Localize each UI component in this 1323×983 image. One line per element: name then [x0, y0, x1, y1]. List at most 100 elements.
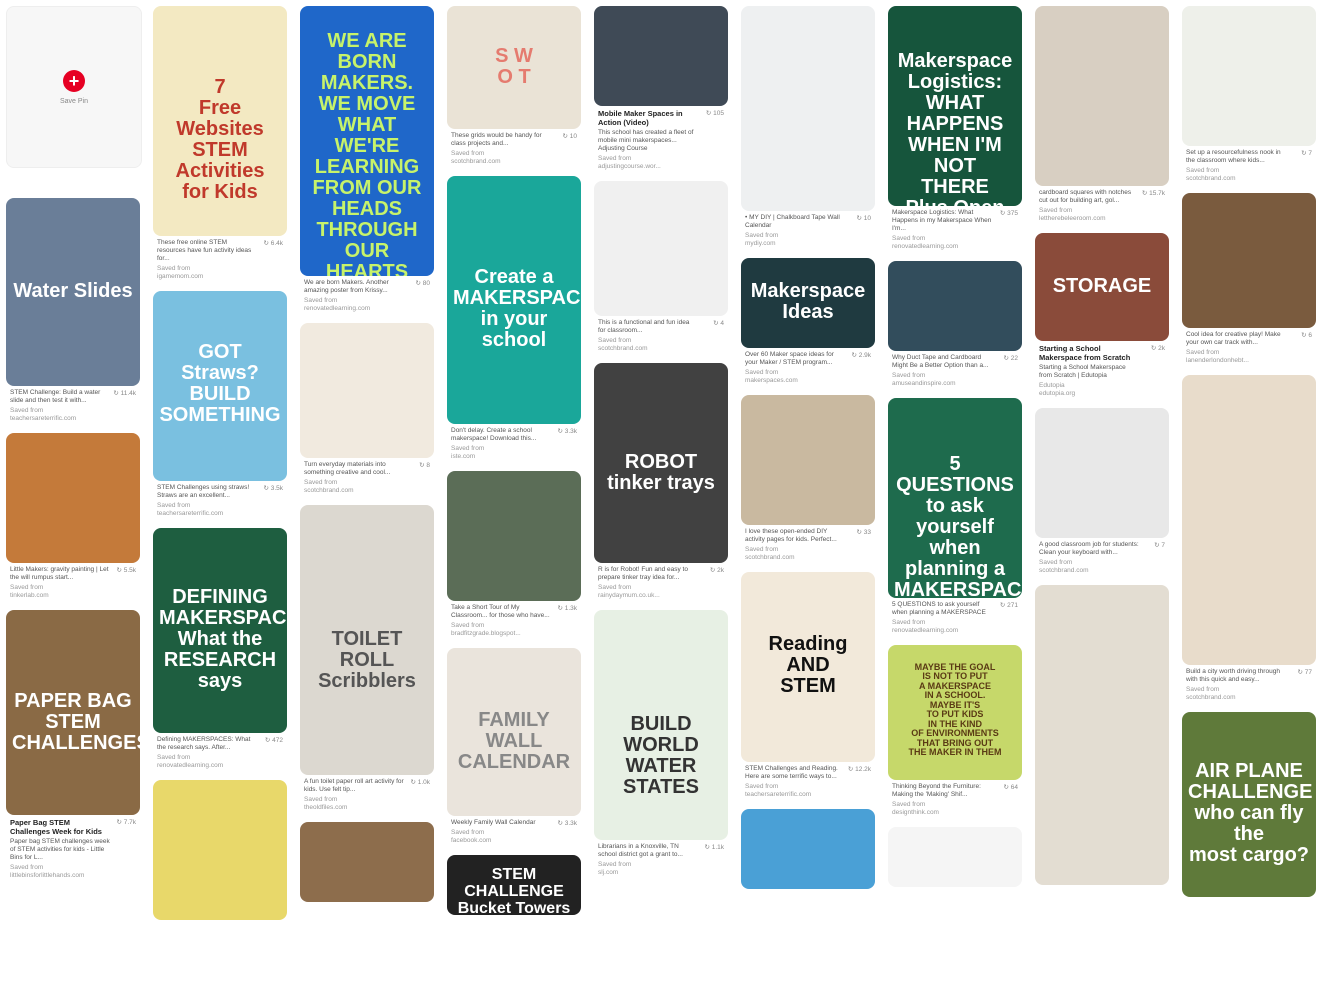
source-link[interactable]: teachersareterrific.com — [745, 791, 871, 799]
pin-image[interactable]: S W O T — [447, 6, 581, 129]
pin-description[interactable]: Over 60 Maker space ideas for your Maker… — [745, 351, 845, 367]
pin-description[interactable]: Paper Bag STEM Challenges Week for Kids — [10, 818, 110, 836]
pin-image[interactable]: DEFINING MAKERSPACES: What the RESEARCH … — [153, 528, 287, 733]
pin-card[interactable]: • MY DIY | Chalkboard Tape Wall Calendar… — [741, 6, 875, 258]
pin-image[interactable]: 7 Free Websites STEM Activities for Kids — [153, 6, 287, 236]
pin-description[interactable]: These free online STEM resources have fu… — [157, 239, 257, 263]
pin-card[interactable]: Create a MAKERSPACE in your school Don't … — [447, 176, 581, 471]
pin-description[interactable]: Why Duct Tape and Cardboard Might Be a B… — [892, 354, 992, 370]
pin-image[interactable] — [447, 471, 581, 601]
source-link[interactable]: renovatedlearning.com — [304, 305, 430, 313]
pin-image[interactable]: ROBOT tinker trays — [594, 363, 728, 563]
pin-card[interactable]: DEFINING MAKERSPACES: What the RESEARCH … — [153, 528, 287, 780]
source-link[interactable]: scotchbrand.com — [1186, 694, 1312, 702]
pin-description[interactable]: Build a city worth driving through with … — [1186, 668, 1286, 684]
pin-image[interactable]: PAPER BAG STEM CHALLENGES — [6, 610, 140, 815]
source-link[interactable]: tinkerlab.com — [10, 592, 136, 600]
pin-card[interactable] — [1035, 585, 1169, 885]
pin-card[interactable]: MAYBE THE GOAL IS NOT TO PUT A MAKERSPAC… — [888, 645, 1022, 827]
source-link[interactable]: scotchbrand.com — [598, 345, 724, 353]
pin-image[interactable]: Reading AND STEM — [741, 572, 875, 762]
pin-image[interactable] — [1182, 375, 1316, 665]
pin-card[interactable]: Build a city worth driving through with … — [1182, 375, 1316, 712]
pin-card[interactable]: This is a functional and fun idea for cl… — [594, 181, 728, 363]
pin-image[interactable] — [300, 822, 434, 902]
pin-description[interactable]: Little Makers: gravity painting | Let th… — [10, 566, 110, 582]
pin-card[interactable]: FAMILY WALL CALENDAR Weekly Family Wall C… — [447, 648, 581, 855]
source-link[interactable]: edutopia.org — [1039, 390, 1165, 398]
pin-card[interactable]: GOT Straws? BUILD SOMETHING STEM Challeng… — [153, 291, 287, 528]
pin-image[interactable]: STEM CHALLENGE Bucket Towers — [447, 855, 581, 915]
pin-image[interactable]: Water Slides — [6, 198, 140, 386]
save-pin-button[interactable]: + Save Pin — [6, 6, 142, 168]
pin-card[interactable]: STEM CHALLENGE Bucket Towers — [447, 855, 581, 915]
pin-description[interactable]: Weekly Family Wall Calendar — [451, 819, 551, 827]
pin-description[interactable]: cardboard squares with notches cut out f… — [1039, 189, 1139, 205]
pin-description[interactable]: Take a Short Tour of My Classroom... for… — [451, 604, 551, 620]
pin-image[interactable] — [1035, 585, 1169, 885]
pin-card[interactable]: STORAGE Starting a School Makerspace from… — [1035, 233, 1169, 408]
pin-image[interactable] — [6, 433, 140, 563]
source-link[interactable]: lettherebeleeroom.com — [1039, 215, 1165, 223]
pin-description[interactable]: Set up a resourcefulness nook in the cla… — [1186, 149, 1286, 165]
source-link[interactable]: slj.com — [598, 869, 724, 877]
pin-image[interactable]: BUILD WORLD WATER STATES — [594, 610, 728, 840]
pin-description[interactable]: Thinking Beyond the Furniture: Making th… — [892, 783, 992, 799]
source-link[interactable]: rainydaymum.co.uk... — [598, 592, 724, 600]
pin-image[interactable] — [888, 261, 1022, 351]
source-link[interactable]: renovatedlearning.com — [157, 762, 283, 770]
pin-description[interactable]: A fun toilet paper roll art activity for… — [304, 778, 404, 794]
pin-card[interactable]: S W O T These grids would be handy for cl… — [447, 6, 581, 176]
plus-icon[interactable]: + — [63, 69, 85, 92]
pin-description[interactable]: I love these open-ended DIY activity pag… — [745, 528, 845, 544]
pin-card[interactable] — [300, 822, 434, 902]
pin-image[interactable] — [888, 827, 1022, 887]
pin-image[interactable]: FAMILY WALL CALENDAR — [447, 648, 581, 816]
source-link[interactable]: teachersareterrific.com — [157, 510, 283, 518]
pin-description[interactable]: Defining MAKERSPACES: What the research … — [157, 736, 257, 752]
source-link[interactable]: scotchbrand.com — [304, 487, 430, 495]
pin-card[interactable]: Makerspace Logistics: WHAT HAPPENS WHEN … — [888, 6, 1022, 261]
pin-card[interactable]: Why Duct Tape and Cardboard Might Be a B… — [888, 261, 1022, 398]
pin-card[interactable] — [153, 780, 287, 920]
pin-description[interactable]: Makerspace Logistics: What Happens in my… — [892, 209, 992, 233]
pin-description[interactable]: These grids would be handy for class pro… — [451, 132, 551, 148]
pin-image[interactable]: MAYBE THE GOAL IS NOT TO PUT A MAKERSPAC… — [888, 645, 1022, 780]
source-link[interactable]: theoldfiles.com — [304, 804, 430, 812]
pin-card[interactable]: Makerspace Ideas Over 60 Maker space idea… — [741, 258, 875, 395]
pin-card[interactable]: TOILET ROLL Scribblers A fun toilet paper… — [300, 505, 434, 822]
pin-card[interactable] — [741, 809, 875, 889]
pin-image[interactable] — [1035, 6, 1169, 186]
pin-image[interactable] — [741, 809, 875, 889]
pin-description[interactable]: STEM Challenges using straws! Straws are… — [157, 484, 257, 500]
pin-image[interactable]: 5 QUESTIONS to ask yourself when plannin… — [888, 398, 1022, 598]
source-link[interactable]: amuseandinspire.com — [892, 380, 1018, 388]
pin-image[interactable] — [153, 780, 287, 920]
pin-description[interactable]: STEM Challenge: Build a water slide and … — [10, 389, 110, 405]
source-link[interactable]: renovatedlearning.com — [892, 243, 1018, 251]
source-link[interactable]: bradfitzgrade.blogspot... — [451, 630, 577, 638]
source-link[interactable]: iste.com — [451, 453, 577, 461]
pin-image[interactable]: AIR PLANE CHALLENGE who can fly the most… — [1182, 712, 1316, 897]
pin-description[interactable]: R is for Robot! Fun and easy to prepare … — [598, 566, 698, 582]
pin-description[interactable]: Cool idea for creative play! Make your o… — [1186, 331, 1286, 347]
pin-card[interactable]: Turn everyday materials into something c… — [300, 323, 434, 505]
pin-image[interactable] — [1035, 408, 1169, 538]
pin-image[interactable] — [741, 6, 875, 211]
pin-image[interactable]: Create a MAKERSPACE in your school — [447, 176, 581, 424]
source-link[interactable]: scotchbrand.com — [745, 554, 871, 562]
source-link[interactable]: lanenderlondonhebt... — [1186, 357, 1312, 365]
pin-card[interactable]: 7 Free Websites STEM Activities for Kids… — [153, 6, 287, 291]
source-link[interactable]: scotchbrand.com — [1039, 567, 1165, 575]
source-link[interactable]: igamemom.com — [157, 273, 283, 281]
source-link[interactable]: designthink.com — [892, 809, 1018, 817]
source-link[interactable]: adjustingcourse.wor... — [598, 163, 724, 171]
source-link[interactable]: facebook.com — [451, 837, 577, 845]
pin-card[interactable]: PAPER BAG STEM CHALLENGES Paper Bag STEM … — [6, 610, 140, 890]
pin-description[interactable]: Turn everyday materials into something c… — [304, 461, 404, 477]
pin-image[interactable] — [1182, 6, 1316, 146]
pin-image[interactable] — [1182, 193, 1316, 328]
pin-image[interactable]: GOT Straws? BUILD SOMETHING — [153, 291, 287, 481]
pin-image[interactable]: STORAGE — [1035, 233, 1169, 341]
source-link[interactable]: littlebinsforlittlehands.com — [10, 872, 136, 880]
